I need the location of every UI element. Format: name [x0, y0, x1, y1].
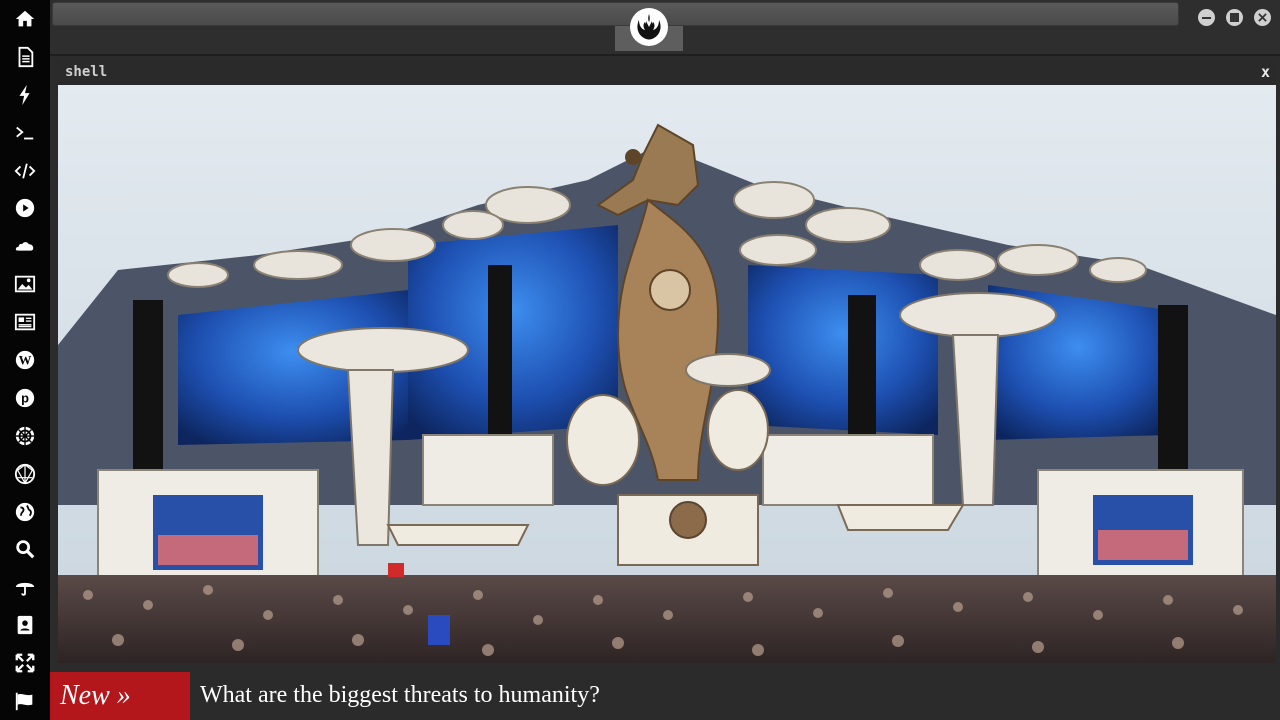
sidebar-search[interactable] — [0, 530, 50, 568]
sidebar-terminal[interactable] — [0, 114, 50, 152]
shell-panel: shell x — [58, 60, 1276, 663]
sidebar-empire[interactable] — [0, 417, 50, 455]
flag-icon — [15, 692, 33, 711]
top-bar — [50, 0, 1280, 56]
wordpress-icon: W — [15, 350, 35, 370]
sidebar-newspaper[interactable] — [0, 303, 50, 341]
sidebar-fullscreen[interactable] — [0, 644, 50, 682]
rebel-alliance-icon — [637, 14, 661, 40]
shell-titlebar: shell x — [58, 60, 1276, 86]
sidebar-lightning[interactable] — [0, 76, 50, 114]
image-icon — [14, 275, 36, 293]
globe-icon — [15, 502, 35, 521]
minimize-icon — [1202, 16, 1211, 19]
shell-close-button[interactable]: x — [1261, 63, 1270, 81]
cloud-icon — [15, 242, 34, 251]
maximize-button[interactable] — [1226, 9, 1243, 26]
sidebar-image[interactable] — [0, 265, 50, 303]
sidebar-globe[interactable] — [0, 493, 50, 531]
video-viewport[interactable] — [58, 85, 1276, 663]
terminal-icon — [16, 126, 34, 140]
home-icon — [15, 10, 35, 27]
maximize-icon — [1230, 13, 1239, 22]
rebel-alliance-logo[interactable] — [630, 8, 668, 46]
sidebar-contact[interactable] — [0, 606, 50, 644]
sidebar-code[interactable] — [0, 152, 50, 190]
close-icon — [1258, 13, 1267, 22]
sidebar-pinterest[interactable]: p — [0, 379, 50, 417]
ticker-headline[interactable]: What are the biggest threats to humanity… — [200, 672, 600, 720]
search-icon — [16, 540, 35, 559]
sphere-icon — [14, 463, 36, 484]
new-badge[interactable]: New » — [50, 672, 190, 720]
sidebar-sphere[interactable] — [0, 455, 50, 493]
contact-icon — [17, 616, 33, 635]
address-bar[interactable] — [52, 2, 1179, 26]
app-sidebar: W p — [0, 0, 50, 720]
code-icon — [14, 162, 36, 179]
umbrella-icon — [15, 583, 35, 596]
news-ticker: New » What are the biggest threats to hu… — [50, 672, 1280, 720]
lightning-icon — [19, 84, 30, 105]
festival-stage-image — [58, 85, 1276, 663]
sidebar-home[interactable] — [0, 0, 50, 38]
close-window-button[interactable] — [1254, 9, 1271, 26]
sidebar-wordpress[interactable]: W — [0, 341, 50, 379]
empire-icon — [15, 426, 35, 445]
sidebar-flag[interactable] — [0, 682, 50, 720]
play-icon — [15, 199, 35, 218]
sidebar-umbrella[interactable] — [0, 568, 50, 606]
newspaper-icon — [14, 313, 36, 331]
sidebar-document[interactable] — [0, 38, 50, 76]
pinterest-icon: p — [15, 388, 35, 408]
sidebar-cloud[interactable] — [0, 227, 50, 265]
svg-text:W: W — [19, 354, 32, 368]
minimize-button[interactable] — [1198, 9, 1215, 26]
sidebar-play[interactable] — [0, 189, 50, 227]
svg-text:p: p — [21, 390, 29, 405]
document-icon — [18, 46, 34, 67]
shell-title: shell — [65, 64, 108, 80]
fullscreen-icon — [15, 653, 35, 673]
